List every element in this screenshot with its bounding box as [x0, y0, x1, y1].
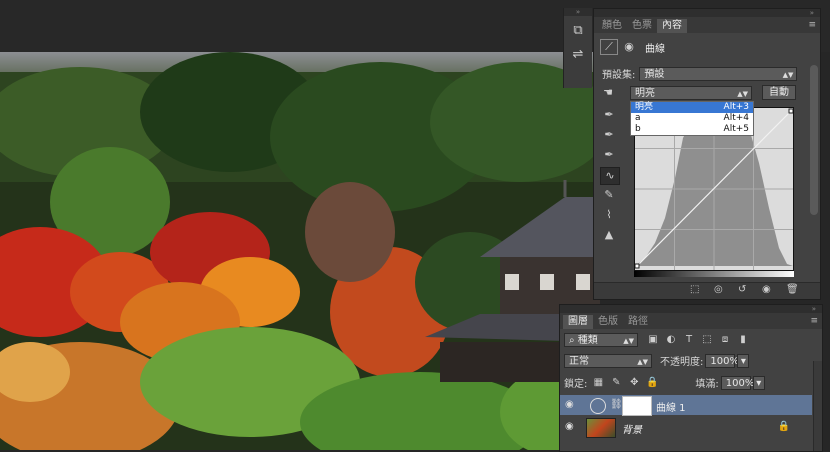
- strip-collapse-grip[interactable]: »: [564, 8, 592, 16]
- blend-mode-value: 正常: [569, 355, 589, 367]
- filter-kind-value: 種類: [577, 335, 598, 346]
- preset-dropdown[interactable]: 預設 ▲▼: [639, 66, 798, 81]
- visibility-icon[interactable]: ◉: [762, 284, 771, 295]
- channel-row: ☚ 明亮 ▲▼ 自動: [600, 85, 796, 100]
- curves-adjustment-icon: ⟋: [600, 39, 618, 55]
- layers-panel: » 圖層 色版 路徑 ≡ ⌕ 種類 ▲▼ ▣ ◐ T ⬚ ⧈ ▮ 正常 ▲▼ 不…: [559, 304, 823, 452]
- opacity-label: 不透明度:: [660, 357, 704, 368]
- black-eyedropper-icon[interactable]: ✒: [600, 107, 618, 123]
- tab-swatches[interactable]: 色票: [627, 19, 657, 33]
- fill-dropdown-button[interactable]: ▾: [752, 375, 765, 390]
- filter-adjustment-icon[interactable]: ◐: [664, 333, 678, 347]
- preset-label: 預設集:: [602, 70, 636, 81]
- auto-button[interactable]: 自動: [762, 85, 796, 100]
- fill-field[interactable]: 100%: [720, 375, 754, 390]
- blend-mode-dropdown[interactable]: 正常 ▲▼: [564, 353, 652, 368]
- filter-pixel-icon[interactable]: ▣: [646, 333, 660, 347]
- tab-properties[interactable]: 內容: [657, 19, 687, 33]
- layer-name: 背景: [622, 425, 642, 436]
- collapsed-panel-strip: » ⧉ ⇌: [563, 8, 592, 88]
- adjust-sliders-icon[interactable]: ⇌: [568, 46, 588, 64]
- layer-name: 曲線 1: [656, 403, 686, 414]
- layer-row[interactable]: ◉ 背景 🔒: [560, 417, 812, 438]
- trash-icon[interactable]: 🗑: [786, 284, 799, 295]
- properties-bottom-bar: ⬚ ◎ ↺ ◉ 🗑: [594, 282, 820, 299]
- layer-row[interactable]: ◉ ⛓ 曲線 1: [560, 395, 812, 416]
- hand-target-icon[interactable]: ☚: [600, 86, 616, 100]
- layer-thumbnail: [586, 418, 616, 438]
- channel-dropdown[interactable]: 明亮 ▲▼: [630, 85, 752, 100]
- tab-color[interactable]: 顏色: [597, 19, 627, 33]
- lock-paint-icon[interactable]: ✎: [609, 376, 623, 390]
- link-icon[interactable]: ⛓: [610, 399, 623, 410]
- channel-option[interactable]: 明亮 Alt+3: [631, 102, 753, 113]
- clipping-warning-icon[interactable]: ▲: [600, 227, 618, 243]
- lock-icon: 🔒: [777, 421, 790, 432]
- eye-icon[interactable]: ◉: [565, 421, 574, 432]
- layers-collapse-grip[interactable]: »: [560, 305, 822, 313]
- panel-menu-icon[interactable]: ≡: [810, 316, 818, 326]
- filter-toggle-icon[interactable]: ▮: [736, 333, 750, 347]
- smooth-icon[interactable]: ⌇: [600, 207, 618, 223]
- lock-transparent-icon[interactable]: ▦: [591, 376, 605, 390]
- properties-scrollbar[interactable]: [810, 65, 818, 215]
- channel-options-menu: 明亮 Alt+3 a Alt+4 b Alt+5: [630, 101, 754, 136]
- lock-label: 鎖定:: [564, 379, 588, 390]
- gray-eyedropper-icon[interactable]: ✒: [600, 127, 618, 143]
- properties-header: ⟋ ◉ 曲線: [600, 39, 665, 55]
- properties-collapse-grip[interactable]: »: [594, 9, 820, 17]
- properties-panel: » 顏色 色票 內容 ≡ ⟋ ◉ 曲線 預設集: 預設 ▲▼ ☚ 明亮 ▲▼ 自…: [593, 8, 821, 300]
- pencil-icon[interactable]: ✎: [600, 187, 618, 203]
- dropdown-arrow-icon: ▲▼: [737, 89, 748, 98]
- layer-filter-dropdown[interactable]: ⌕ 種類 ▲▼: [564, 333, 638, 347]
- document-canvas-photo[interactable]: [0, 52, 600, 450]
- fill-label: 填滿:: [695, 379, 719, 390]
- layer-mask-thumbnail[interactable]: [622, 396, 652, 416]
- histogram-brush-icon[interactable]: ⧉: [568, 22, 588, 40]
- tab-channels[interactable]: 色版: [593, 315, 623, 329]
- panel-menu-icon[interactable]: ≡: [808, 20, 816, 30]
- preset-row: 預設集: 預設 ▲▼: [602, 66, 798, 81]
- preset-value: 預設: [644, 68, 665, 80]
- filter-type-icon[interactable]: T: [682, 333, 696, 347]
- dropdown-arrow-icon: ▲▼: [637, 357, 648, 366]
- layers-scrollbar[interactable]: [813, 361, 822, 451]
- dropdown-arrow-icon: ▲▼: [623, 337, 634, 345]
- tab-layers[interactable]: 圖層: [563, 315, 593, 329]
- search-icon: ⌕: [569, 335, 578, 346]
- eye-icon[interactable]: ◉: [565, 399, 574, 410]
- dropdown-arrow-icon: ▲▼: [782, 70, 794, 79]
- properties-tabbar: 顏色 色票 內容 ≡: [594, 17, 820, 33]
- lock-row: 鎖定: ▦ ✎ ✥ 🔒 填滿: 100% ▾: [564, 375, 765, 390]
- view-previous-icon[interactable]: ◎: [714, 284, 723, 295]
- reset-icon[interactable]: ↺: [738, 284, 746, 295]
- layers-tabbar: 圖層 色版 路徑 ≡: [560, 313, 822, 329]
- lock-all-icon[interactable]: 🔒: [645, 376, 659, 390]
- curve-point-icon[interactable]: ∿: [600, 167, 620, 185]
- filter-smart-object-icon[interactable]: ⧈: [718, 333, 732, 347]
- adjustment-title: 曲線: [645, 43, 665, 55]
- blend-row: 正常 ▲▼ 不透明度: 100% ▾: [564, 353, 750, 368]
- curves-layer-icon: [590, 398, 606, 414]
- tab-paths[interactable]: 路徑: [623, 315, 653, 329]
- input-gradient-bar: [634, 271, 794, 277]
- opacity-dropdown-button[interactable]: ▾: [737, 353, 750, 368]
- layer-filter-row: ⌕ 種類 ▲▼ ▣ ◐ T ⬚ ⧈ ▮: [564, 333, 750, 347]
- channel-option[interactable]: b Alt+5: [631, 124, 753, 135]
- filter-shape-icon[interactable]: ⬚: [700, 333, 714, 347]
- mask-icon[interactable]: ◉: [621, 40, 637, 54]
- channel-option[interactable]: a Alt+4: [631, 113, 753, 124]
- opacity-field[interactable]: 100%: [705, 353, 739, 368]
- lock-position-icon[interactable]: ✥: [627, 376, 641, 390]
- clip-to-layer-icon[interactable]: ⬚: [690, 284, 699, 295]
- white-eyedropper-icon[interactable]: ✒: [600, 147, 618, 163]
- channel-value: 明亮: [635, 87, 655, 99]
